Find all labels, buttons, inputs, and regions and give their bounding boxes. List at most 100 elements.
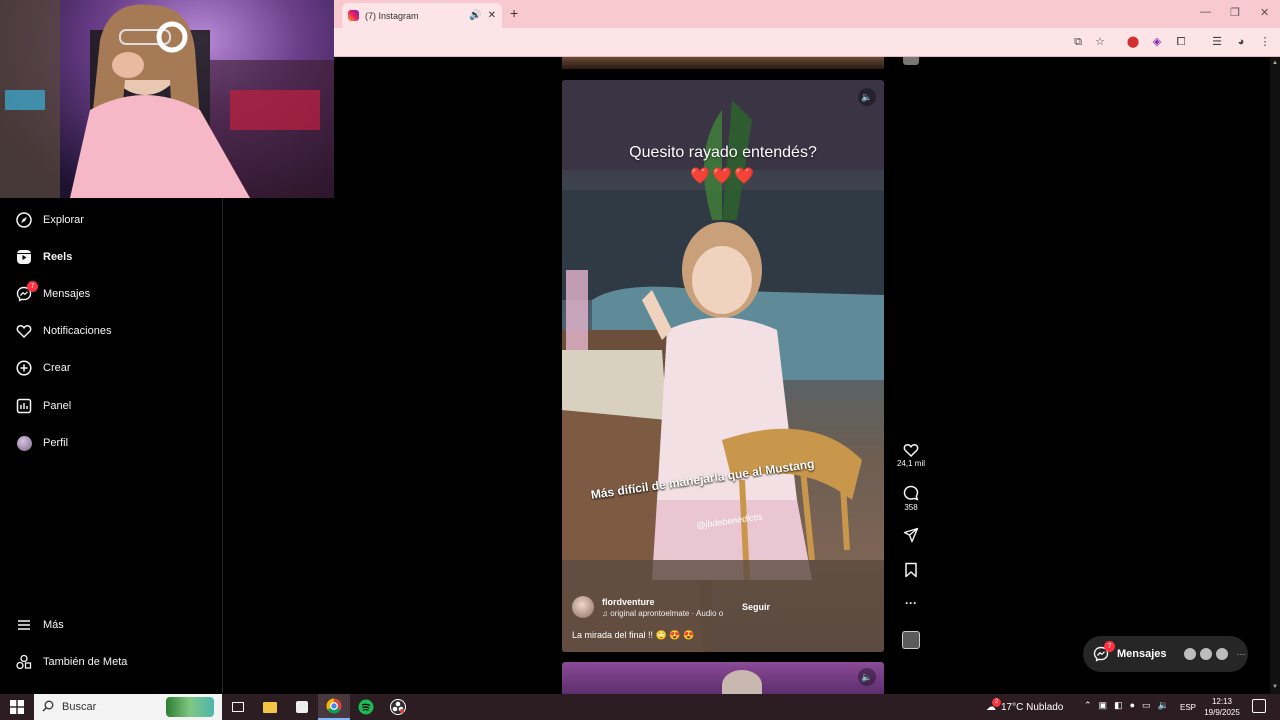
sidebar-item-reels[interactable]: Reels: [16, 249, 72, 265]
adblock-extension-icon[interactable]: ⬤: [1126, 35, 1140, 49]
profile-avatar: [16, 435, 32, 451]
reading-list-icon[interactable]: ☰: [1210, 35, 1224, 49]
sidebar-item-explorar[interactable]: Explorar: [16, 212, 84, 228]
sidebar-item-mas[interactable]: Más: [16, 617, 64, 633]
profile-avatar-icon[interactable]: ◕: [1234, 35, 1248, 49]
audio-thumbnail[interactable]: [902, 631, 920, 649]
bookmark-icon[interactable]: [893, 562, 929, 578]
video-caption-top: Quesito rayado entendés?: [629, 144, 817, 161]
sidebar-item-panel[interactable]: Panel: [16, 398, 71, 414]
microphone-icon[interactable]: ●: [1130, 700, 1135, 711]
plus-square-icon: [16, 360, 32, 376]
sidebar-item-tambien-de-meta[interactable]: También de Meta: [16, 654, 127, 670]
audio-label[interactable]: ♫ original aprontoelmate · Audio o: [602, 609, 723, 618]
sidebar-item-label: Mensajes: [43, 288, 91, 300]
volume-icon[interactable]: 🔉: [1158, 700, 1169, 711]
speaker-icon[interactable]: 🔈: [858, 88, 876, 106]
speaker-icon[interactable]: 🔈: [858, 668, 876, 686]
window-close-icon[interactable]: ✕: [1260, 6, 1269, 19]
sidebar-item-crear[interactable]: Crear: [16, 360, 71, 376]
browser-tab-bar: (7) Instagram 🔊 ✕ + — ❐ ✕: [334, 0, 1280, 28]
like-count: 24,1 mil: [896, 459, 925, 468]
page-scrollbar[interactable]: [1270, 57, 1280, 694]
new-tab-button[interactable]: +: [510, 5, 518, 21]
close-tab-icon[interactable]: ✕: [488, 10, 496, 21]
follow-button[interactable]: Seguir: [742, 602, 770, 612]
weather-text: 17°C Nublado: [1001, 701, 1064, 713]
shield-extension-icon[interactable]: ◈: [1150, 35, 1164, 49]
speaker-icon[interactable]: 🔊: [469, 10, 481, 21]
sidebar-item-notificaciones[interactable]: Notificaciones: [16, 323, 111, 339]
messages-pill-badge: 7: [1104, 641, 1115, 652]
extensions-puzzle-icon[interactable]: ⧠: [1174, 35, 1188, 49]
comment-action[interactable]: 358: [893, 485, 929, 512]
language-indicator[interactable]: ESP: [1180, 694, 1196, 720]
previous-reel-edge: [562, 57, 884, 69]
messages-pill-label: Mensajes: [1117, 648, 1167, 660]
windows-start-icon[interactable]: [0, 694, 34, 720]
file-explorer-icon[interactable]: [254, 694, 286, 720]
scroll-down-arrow-icon[interactable]: ▼: [1272, 684, 1278, 690]
clock-date: 19/9/2025: [1204, 708, 1240, 717]
reels-icon: [16, 249, 32, 265]
meta-icon: [16, 654, 32, 670]
streamer-webcam-image: [0, 0, 334, 198]
spotify-icon[interactable]: [350, 694, 382, 720]
clock-time: 12:13: [1211, 697, 1233, 706]
reel-description: La mirada del final !! 🙄 😍 😍: [572, 630, 695, 640]
tab-title: (7) Instagram: [365, 10, 419, 21]
contact-avatar: [1182, 647, 1197, 661]
browser-toolbar: ⧉ ☆ ⬤ ◈ ⧠ ☰ ◕ ⋮: [334, 28, 1280, 57]
scrollbar-thumb[interactable]: [1272, 67, 1278, 667]
more-options-button[interactable]: ···: [893, 596, 929, 610]
weather-badge: 2: [992, 697, 1001, 707]
system-tray-icons[interactable]: ⌃ ▣ ◧ ● ▭ 🔉: [1084, 700, 1169, 711]
restore-icon[interactable]: ❐: [1230, 6, 1240, 19]
browser-tab-instagram[interactable]: (7) Instagram 🔊 ✕: [342, 3, 502, 28]
compass-icon: [16, 212, 32, 228]
task-view-icon[interactable]: [222, 694, 254, 720]
sidebar-item-perfil[interactable]: Perfil: [16, 435, 68, 451]
next-reel-frame: [722, 670, 762, 694]
send-icon[interactable]: [893, 527, 929, 543]
scroll-up-arrow-icon[interactable]: ▲: [1272, 60, 1278, 66]
bookmark-star-icon[interactable]: ☆: [1093, 35, 1107, 49]
chevron-up-icon[interactable]: ⌃: [1084, 700, 1092, 711]
next-reel-preview[interactable]: 🔈: [562, 662, 884, 694]
messenger-icon: 7: [16, 281, 38, 302]
author-name[interactable]: flordventure: [602, 597, 723, 607]
author-avatar[interactable]: [572, 596, 594, 618]
windows-taskbar: Buscar ☁2 17°C Nublado ⌃ ▣ ◧ ● ▭ 🔉 ESP: [0, 694, 1280, 720]
notification-center-icon[interactable]: [1252, 699, 1266, 713]
microsoft-store-icon[interactable]: [286, 694, 318, 720]
video-caption-hearts: ❤️❤️❤️: [690, 168, 756, 185]
comment-icon[interactable]: [893, 485, 929, 501]
sidebar-item-label: Explorar: [43, 214, 84, 226]
obs-studio-icon[interactable]: [382, 694, 414, 720]
tray-app-icon[interactable]: ◧: [1114, 700, 1123, 711]
chrome-icon[interactable]: [318, 694, 350, 720]
share-action[interactable]: [893, 527, 929, 543]
messages-floating-button[interactable]: 7 Mensajes ···: [1083, 636, 1248, 672]
network-icon[interactable]: ▭: [1142, 700, 1151, 711]
messenger-icon: 7: [1093, 641, 1115, 662]
taskbar-search-box[interactable]: Buscar: [34, 694, 222, 720]
sidebar-item-mensajes[interactable]: 7 Mensajes: [16, 281, 91, 302]
taskbar-clock[interactable]: 12:13 19/9/2025: [1200, 696, 1244, 718]
install-app-icon[interactable]: ⧉: [1071, 35, 1085, 49]
save-action[interactable]: [893, 562, 929, 578]
sidebar-item-label: Más: [43, 619, 64, 631]
tray-app-icon[interactable]: ▣: [1099, 700, 1108, 711]
like-action[interactable]: 24,1 mil: [893, 442, 929, 468]
heart-icon[interactable]: [893, 442, 929, 457]
menu-kebab-icon[interactable]: ⋮: [1258, 35, 1272, 49]
hamburger-icon: [16, 617, 32, 633]
minimize-icon[interactable]: —: [1200, 6, 1211, 18]
cloud-icon: ☁ 2: [986, 697, 1001, 713]
contact-avatar: [1198, 647, 1213, 661]
sidebar-item-label: Panel: [43, 400, 72, 412]
reel-video[interactable]: 🔈 Quesito rayado entendés? ❤️❤️❤️ Más di…: [562, 80, 884, 652]
webcam-overlay: [0, 0, 334, 198]
taskbar-weather[interactable]: ☁ 2 17°C Nublado: [986, 694, 1063, 720]
sidebar-item-label: Crear: [43, 362, 71, 374]
